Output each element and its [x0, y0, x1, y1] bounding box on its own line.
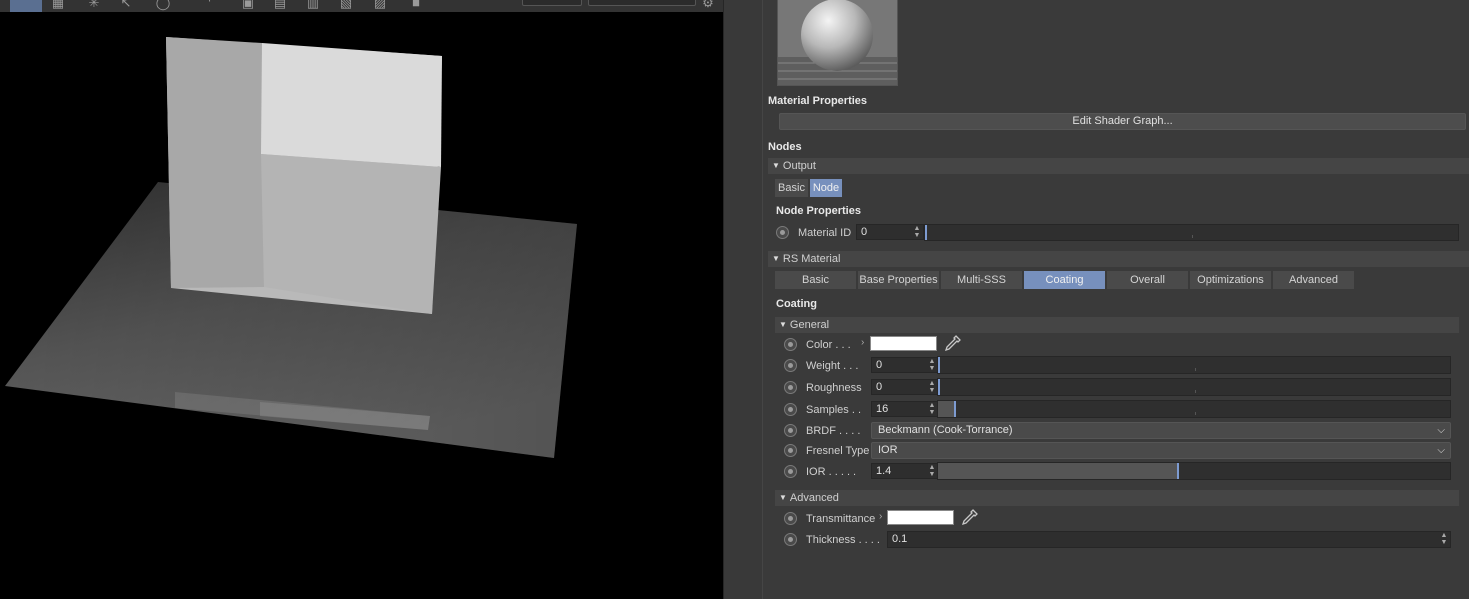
- ior-handle[interactable]: [1177, 463, 1179, 479]
- light-icon[interactable]: ✳: [86, 0, 102, 10]
- color-radio[interactable]: [784, 338, 797, 351]
- triangle-down-icon: ▼: [772, 161, 780, 170]
- spinner-icon[interactable]: ▲ ▼: [1440, 532, 1448, 546]
- material-properties-title: Material Properties: [768, 95, 868, 107]
- ior-radio[interactable]: [784, 465, 797, 478]
- transmittance-swatch[interactable]: [887, 510, 954, 525]
- chevron-down-icon: ⌵: [1437, 425, 1445, 436]
- spinner-icon[interactable]: ▲ ▼: [928, 402, 936, 416]
- roughness-handle[interactable]: [938, 379, 940, 395]
- output-tab-basic[interactable]: Basic: [775, 179, 809, 197]
- viewport-3d[interactable]: ▦ ✳ ↖ ◯ ⌜ ▣ ▤ ▥ ▧ ▨ ■ ⚙: [0, 0, 723, 599]
- chevron-right-icon[interactable]: ›: [879, 511, 882, 522]
- general-group[interactable]: ▼ General: [775, 317, 1459, 333]
- node-properties-title: Node Properties: [776, 205, 861, 217]
- triangle-down-icon: ▼: [779, 320, 787, 329]
- render-settings-icon[interactable]: ▧: [338, 0, 354, 10]
- rs-tab-multi-sss[interactable]: Multi-SSS: [941, 271, 1023, 289]
- material-id-radio[interactable]: [776, 226, 789, 239]
- brdf-radio[interactable]: [784, 424, 797, 437]
- ior-field[interactable]: 1.4 ▲ ▼: [871, 463, 939, 479]
- roughness-field[interactable]: 0 ▲ ▼: [871, 379, 939, 395]
- viewport-toolbar: ▦ ✳ ↖ ◯ ⌜ ▣ ▤ ▥ ▧ ▨ ■ ⚙: [0, 0, 723, 12]
- color-label: Color . . .: [806, 339, 851, 351]
- chevron-right-icon[interactable]: ›: [861, 337, 864, 348]
- preview-sphere-icon: [778, 0, 897, 85]
- stop-icon[interactable]: ■: [408, 0, 424, 10]
- grid-icon[interactable]: ▦: [50, 0, 66, 10]
- advanced-group[interactable]: ▼ Advanced: [775, 490, 1459, 506]
- render-view-icon[interactable]: ▥: [305, 0, 321, 10]
- material-id-label: Material ID: [798, 227, 852, 239]
- spinner-icon[interactable]: ▲ ▼: [928, 464, 936, 478]
- brdf-label: BRDF . . . .: [806, 425, 861, 437]
- dropper-icon[interactable]: [944, 334, 964, 352]
- render-scene: [5, 37, 577, 458]
- spinner-icon[interactable]: ▲ ▼: [928, 380, 936, 394]
- transform-icon[interactable]: ↖: [118, 0, 134, 10]
- rs-tab-optimizations[interactable]: Optimizations: [1190, 271, 1272, 289]
- frame-icon[interactable]: ⌜: [203, 0, 219, 10]
- output-group[interactable]: ▼ Output: [768, 158, 1469, 174]
- fresnel-radio[interactable]: [784, 444, 797, 457]
- fresnel-select[interactable]: IOR ⌵: [871, 442, 1451, 459]
- nodes-title: Nodes: [768, 141, 802, 153]
- ior-fill: [938, 463, 1177, 479]
- transmittance-radio[interactable]: [784, 512, 797, 525]
- weight-field[interactable]: 0 ▲ ▼: [871, 357, 939, 373]
- rs-tab-basic[interactable]: Basic: [775, 271, 857, 289]
- output-tab-node[interactable]: Node: [810, 179, 843, 197]
- attribute-manager: Material Properties Edit Shader Graph...…: [763, 0, 1469, 599]
- roughness-slider[interactable]: [937, 378, 1451, 396]
- material-id-handle[interactable]: [925, 225, 927, 240]
- material-id-slider[interactable]: [924, 224, 1459, 241]
- ior-label: IOR . . . . .: [806, 466, 857, 478]
- roughness-radio[interactable]: [784, 381, 797, 394]
- brdf-select[interactable]: Beckmann (Cook-Torrance) ⌵: [871, 422, 1451, 439]
- active-view-button[interactable]: [10, 0, 42, 12]
- weight-label: Weight . . .: [806, 360, 859, 372]
- weight-radio[interactable]: [784, 359, 797, 372]
- coating-title: Coating: [776, 298, 817, 310]
- samples-radio[interactable]: [784, 403, 797, 416]
- thickness-radio[interactable]: [784, 533, 797, 546]
- samples-fill: [938, 401, 954, 417]
- samples-handle[interactable]: [954, 401, 956, 417]
- triangle-down-icon: ▼: [779, 493, 787, 502]
- rs-tab-base-properties[interactable]: Base Properties: [858, 271, 940, 289]
- rs-material-group[interactable]: ▼ RS Material: [768, 251, 1469, 267]
- color-swatch[interactable]: [870, 336, 937, 351]
- weight-slider[interactable]: [937, 356, 1451, 374]
- triangle-down-icon: ▼: [772, 254, 780, 263]
- samples-slider[interactable]: [937, 400, 1451, 418]
- chevron-down-icon: ⌵: [1437, 445, 1445, 456]
- material-id-field[interactable]: 0 ▲ ▼: [856, 224, 924, 240]
- panel-divider[interactable]: [723, 0, 763, 599]
- thickness-field[interactable]: 0.1 ▲ ▼: [887, 531, 1451, 548]
- camera-dropdown[interactable]: [588, 0, 696, 6]
- weight-handle[interactable]: [938, 357, 940, 373]
- picture-viewer-icon[interactable]: ▨: [372, 0, 388, 10]
- samples-field[interactable]: 16 ▲ ▼: [871, 401, 939, 417]
- wall-plane: [166, 37, 442, 314]
- view-dropdown[interactable]: [522, 0, 582, 6]
- fresnel-label: Fresnel Type: [806, 445, 870, 457]
- dropper-icon[interactable]: [961, 508, 981, 526]
- roughness-label: Roughness: [806, 382, 862, 394]
- rs-tab-advanced[interactable]: Advanced: [1273, 271, 1355, 289]
- transmittance-label: Transmittance: [806, 513, 876, 525]
- edit-shader-graph-button[interactable]: Edit Shader Graph...: [779, 113, 1466, 130]
- ior-slider[interactable]: [937, 462, 1451, 480]
- rs-tab-coating[interactable]: Coating: [1024, 271, 1106, 289]
- gear-icon[interactable]: ⚙: [700, 0, 716, 10]
- circle-icon[interactable]: ◯: [155, 0, 171, 10]
- samples-label: Samples . .: [806, 404, 862, 416]
- thickness-label: Thickness . . . .: [806, 534, 880, 546]
- render-region-icon[interactable]: ▣: [240, 0, 256, 10]
- render-icon[interactable]: ▤: [272, 0, 288, 10]
- spinner-icon[interactable]: ▲ ▼: [913, 225, 921, 239]
- rs-tab-overall[interactable]: Overall: [1107, 271, 1189, 289]
- material-preview[interactable]: [777, 0, 898, 86]
- spinner-icon[interactable]: ▲ ▼: [928, 358, 936, 372]
